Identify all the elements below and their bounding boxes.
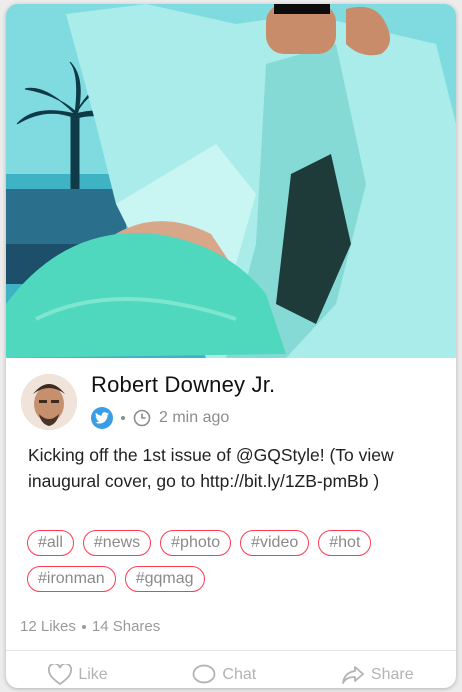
tag-gqmag[interactable]: #gqmag <box>124 566 205 592</box>
tag-hot[interactable]: #hot <box>318 530 372 556</box>
heart-icon <box>48 664 73 686</box>
tag-list: #all #news #photo #video #hot #ironman #… <box>27 530 447 592</box>
like-label: Like <box>78 666 108 683</box>
post-image[interactable] <box>6 4 456 358</box>
clock-icon <box>133 409 151 427</box>
share-arrow-icon <box>342 666 364 684</box>
post-time: 2 min ago <box>159 409 230 426</box>
tag-all[interactable]: #all <box>27 530 74 556</box>
twitter-icon <box>91 407 113 429</box>
chat-bubble-icon <box>193 664 216 684</box>
meta-separator <box>121 416 125 420</box>
divider <box>6 650 456 651</box>
tag-video[interactable]: #video <box>240 530 310 556</box>
like-button[interactable]: Like <box>48 664 108 686</box>
post-stats: 12 Likes 14 Shares <box>20 618 160 635</box>
chat-label: Chat <box>222 666 257 683</box>
share-button[interactable]: Share <box>341 664 414 686</box>
share-label: Share <box>370 666 414 683</box>
avatar-photo <box>21 374 77 430</box>
avatar[interactable] <box>21 374 77 430</box>
chat-button[interactable]: Chat <box>192 664 256 686</box>
post-author: Robert Downey Jr. 2 min ago <box>21 372 441 432</box>
post-card: Robert Downey Jr. 2 min ago Kicking off … <box>6 4 456 688</box>
shares-count[interactable]: 14 Shares <box>92 618 160 635</box>
post-actions: Like Chat Share <box>6 664 456 688</box>
likes-count[interactable]: 12 Likes <box>20 618 76 635</box>
post-text: Kicking off the 1st issue of @GQStyle! (… <box>28 445 394 491</box>
tag-news[interactable]: #news <box>82 530 152 556</box>
tag-ironman[interactable]: #ironman <box>27 566 116 592</box>
post-meta: 2 min ago <box>91 406 229 430</box>
stats-separator <box>81 624 86 629</box>
hero-photo <box>6 4 456 358</box>
author-name[interactable]: Robert Downey Jr. <box>91 372 275 398</box>
tag-photo[interactable]: #photo <box>160 530 232 556</box>
